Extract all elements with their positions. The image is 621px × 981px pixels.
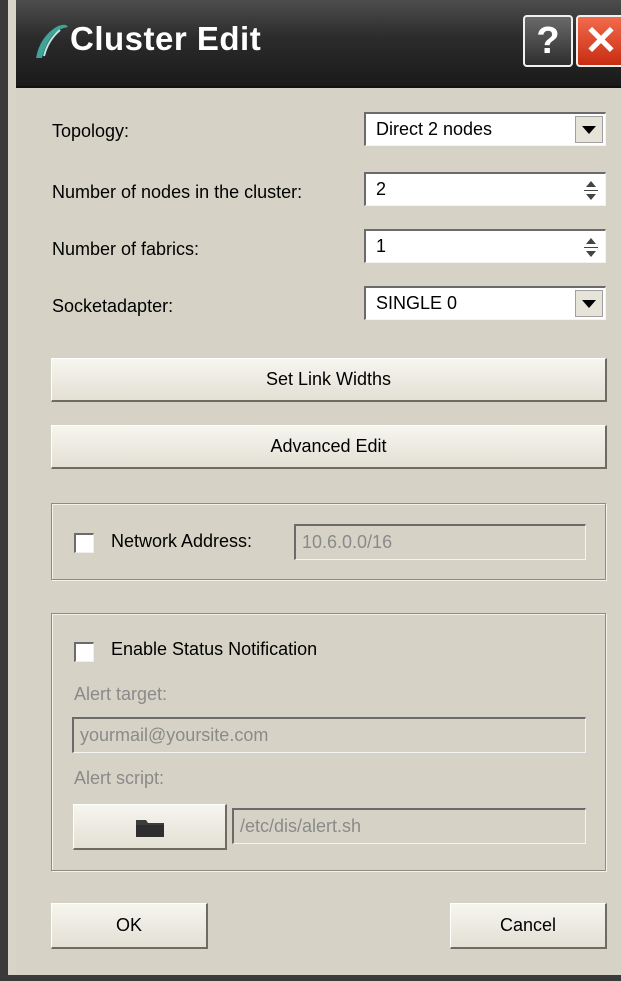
socketadapter-label: Socketadapter: — [52, 296, 174, 316]
network-address-label[interactable]: Network Address: — [111, 531, 252, 552]
cancel-button[interactable]: Cancel — [450, 903, 607, 949]
close-button[interactable]: ✕ — [576, 15, 621, 67]
network-address-checkbox[interactable] — [74, 533, 94, 553]
socketadapter-dropdown-button[interactable] — [575, 290, 603, 317]
socketadapter-select[interactable]: SINGLE 0 — [364, 286, 606, 320]
nodes-value: 2 — [376, 179, 387, 199]
set-link-widths-button[interactable]: Set Link Widths — [51, 358, 607, 402]
enable-status-notification-label[interactable]: Enable Status Notification — [111, 639, 317, 660]
help-button[interactable]: ? — [523, 15, 573, 67]
nodes-label: Number of nodes in the cluster: — [52, 182, 303, 202]
chevron-down-icon — [582, 299, 596, 308]
alert-script-input[interactable]: /etc/dis/alert.sh — [232, 808, 586, 844]
topology-select[interactable]: Direct 2 nodes — [364, 112, 606, 146]
fabrics-stepper[interactable] — [579, 233, 603, 262]
app-icon — [36, 24, 68, 58]
nodes-spinbox[interactable]: 2 — [364, 172, 606, 206]
spin-down-icon[interactable] — [586, 251, 596, 257]
spin-divider — [584, 190, 598, 191]
title-bar[interactable]: Cluster Edit ? ✕ — [16, 0, 621, 88]
topology-dropdown-button[interactable] — [575, 116, 603, 143]
spin-down-icon[interactable] — [586, 194, 596, 200]
enable-status-notification-checkbox[interactable] — [74, 642, 94, 662]
socketadapter-value: SINGLE 0 — [376, 293, 458, 313]
nodes-stepper[interactable] — [579, 176, 603, 205]
folder-icon — [135, 819, 164, 837]
window-title: Cluster Edit — [70, 20, 262, 57]
network-address-input[interactable]: 10.6.0.0/16 — [294, 524, 586, 560]
fabrics-label: Number of fabrics: — [52, 239, 200, 259]
advanced-edit-button[interactable]: Advanced Edit — [51, 425, 607, 469]
ok-button[interactable]: OK — [51, 903, 208, 949]
alert-target-input[interactable]: yourmail@yoursite.com — [72, 717, 586, 753]
alert-target-label: Alert target: — [74, 684, 168, 704]
topology-value: Direct 2 nodes — [376, 119, 493, 139]
dialog-window: Cluster Edit ? ✕ Topology: Direct 2 node… — [0, 0, 621, 981]
spin-divider — [584, 247, 598, 248]
chevron-down-icon — [582, 125, 596, 134]
window-bottom-edge — [8, 975, 621, 981]
alert-script-label: Alert script: — [74, 768, 165, 788]
fabrics-value: 1 — [376, 236, 387, 256]
fabrics-spinbox[interactable]: 1 — [364, 229, 606, 263]
topology-label: Topology: — [52, 121, 130, 141]
spin-up-icon[interactable] — [586, 238, 596, 244]
browse-script-button[interactable] — [73, 804, 227, 850]
spin-up-icon[interactable] — [586, 181, 596, 187]
